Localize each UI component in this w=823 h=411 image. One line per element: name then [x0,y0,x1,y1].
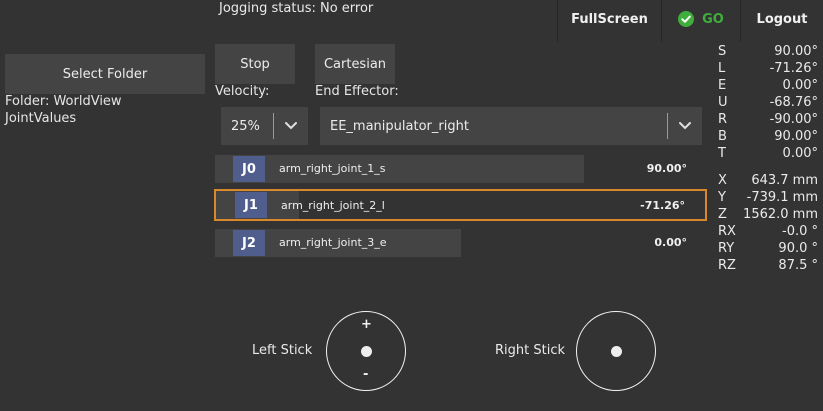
pose-value-x: 643.7 mm [751,173,818,188]
joint-name: arm_right_joint_1_s [279,162,386,175]
pose-value-rx: -0.0 ° [782,224,818,239]
joint-badge: J0 [233,156,265,182]
plus-icon: + [361,317,372,332]
go-label: GO [702,11,724,27]
status-value-s: 90.00° [774,44,818,59]
pose-label-y: Y [718,190,726,205]
pose-label-z: Z [718,207,727,222]
status-value-l: -71.26° [769,61,818,76]
joint-badge: J2 [233,230,265,256]
status-label-s: S [718,44,727,59]
status-value-r: -90.00° [769,112,818,127]
left-stick-label: Left Stick [252,343,313,358]
pose-value-y: -739.1 mm [746,190,818,205]
joint-row-j0[interactable]: J0 arm_right_joint_1_s 90.00° [215,155,707,183]
pose-label-x: X [718,173,727,188]
left-stick[interactable]: + - [326,311,406,391]
status-value-b: 90.00° [774,129,818,144]
pose-value-ry: 90.0 ° [778,241,818,256]
end-effector-select[interactable]: EE_manipulator_right [320,107,702,145]
status-value-e: 0.00° [782,78,818,93]
status-label-e: E [718,78,727,93]
joint-value: 90.00° [646,162,687,175]
right-stick-label: Right Stick [495,343,566,358]
end-effector-value: EE_manipulator_right [330,118,469,134]
joint-badge: J1 [235,192,267,218]
status-label-l: L [718,61,726,76]
velocity-label: Velocity: [215,84,270,99]
go-button[interactable]: GO [662,0,740,38]
right-stick[interactable] [576,311,656,391]
chevron-down-icon [668,121,702,131]
joint-name: arm_right_joint_2_l [281,199,385,212]
cartesian-button[interactable]: Cartesian [315,44,395,84]
status-label-u: U [718,95,728,110]
stop-button[interactable]: Stop [215,44,295,84]
joint-fill-bar [215,155,584,183]
pose-label-rx: RX [718,224,736,239]
joint-name: arm_right_joint_3_e [279,236,387,249]
check-circle-icon [678,11,695,27]
jog-status-text: Jogging status: No error [219,1,374,16]
minus-icon: - [363,367,369,382]
fullscreen-button[interactable]: FullScreen [558,0,661,38]
chevron-down-icon [274,121,308,131]
status-label-t: T [718,146,726,161]
logout-button[interactable]: Logout [741,0,823,38]
folder-values-text: JointValues [5,111,77,126]
select-folder-button[interactable]: Select Folder [5,54,205,94]
pose-value-z: 1562.0 mm [743,207,818,222]
status-value-t: 0.00° [782,146,818,161]
pose-label-ry: RY [718,241,735,256]
stick-knob[interactable] [361,346,372,357]
status-label-b: B [718,129,727,144]
joint-row-j1[interactable]: J1 arm_right_joint_2_l -71.26° [214,189,707,221]
joint-value: -71.26° [640,199,685,212]
velocity-select[interactable]: 25% [221,107,308,145]
joint-value: 0.00° [654,236,687,249]
end-effector-label: End Effector: [315,84,399,99]
velocity-value: 25% [231,118,260,134]
folder-path-text: Folder: WorldView [5,94,122,109]
joint-row-j2[interactable]: J2 arm_right_joint_3_e 0.00° [215,229,707,257]
status-value-u: -68.76° [769,95,818,110]
stick-knob[interactable] [611,346,622,357]
status-label-r: R [718,112,728,127]
pose-label-rz: RZ [718,258,736,273]
pose-value-rz: 87.5 ° [778,258,818,273]
